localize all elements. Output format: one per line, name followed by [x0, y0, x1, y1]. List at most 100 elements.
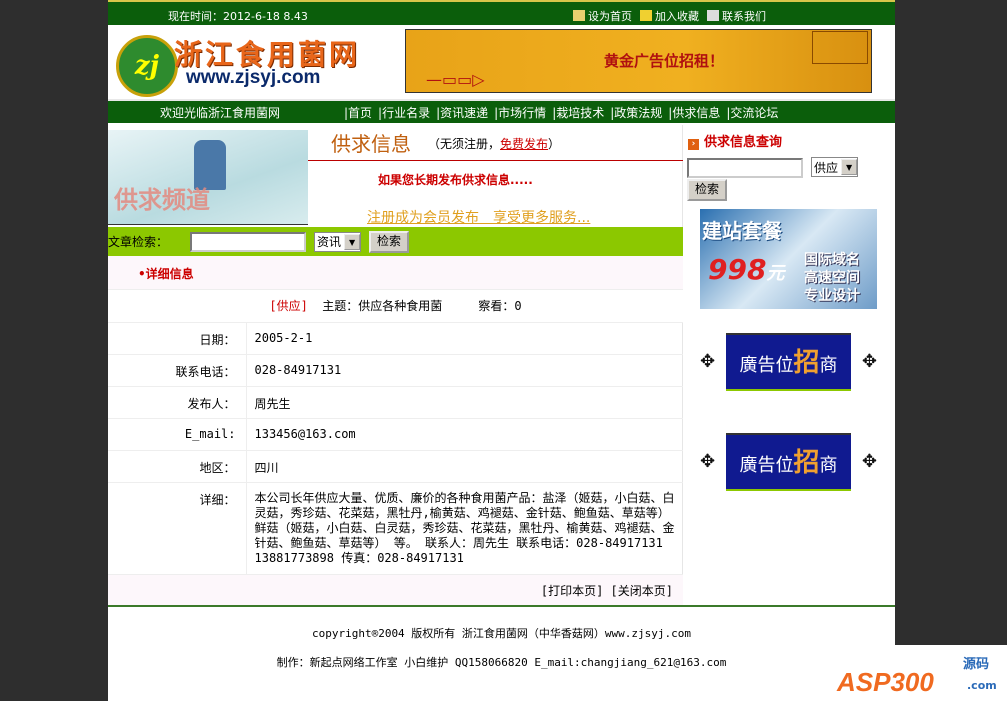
- link-label: 联系我们: [722, 10, 766, 23]
- print-link[interactable]: [打印本页]: [541, 584, 603, 598]
- divider: [308, 160, 683, 161]
- search-label: 文章检索：: [108, 235, 169, 249]
- register-link[interactable]: 注册成为会员发布 享受更多服务...: [367, 207, 590, 227]
- row-value: 本公司长年供应大量、优质、廉价的各种食用菌产品：盐泽（姬菇，小白菇、白灵菇，秀珍…: [246, 482, 683, 575]
- nav-directory[interactable]: |行业名录: [378, 104, 430, 121]
- table-row: 地区： 四川: [108, 450, 683, 483]
- row-value: 周先生: [246, 386, 683, 419]
- row-label: 日期：: [108, 322, 247, 355]
- search-input[interactable]: [190, 231, 307, 252]
- nav-market[interactable]: |市场行情: [494, 104, 546, 121]
- feature: 高速空间: [804, 270, 860, 286]
- table-row: 发布人： 周先生: [108, 386, 683, 419]
- table-row: 日期： 2005-2-1: [108, 322, 683, 355]
- page-title: 供求信息: [331, 132, 411, 156]
- table-row: 详细： 本公司长年供应大量、优质、廉价的各种食用菌产品：盐泽（姬菇，小白菇、白灵菇…: [108, 482, 683, 575]
- detail-heading: •详细信息: [108, 256, 683, 290]
- row-label: 详细：: [108, 482, 247, 575]
- channel-image-text: 供求频道: [114, 185, 210, 214]
- home-icon: [573, 10, 585, 21]
- row-label: 联系电话：: [108, 354, 247, 387]
- free-post-link[interactable]: 免费发布: [500, 137, 548, 151]
- banner-frame: [812, 31, 868, 64]
- query-type-select[interactable]: 供应 ▼: [811, 157, 859, 177]
- ad-text: 廣告位: [739, 355, 794, 376]
- chevron-down-icon: ▼: [344, 233, 361, 250]
- ad-highlight: 招: [793, 348, 820, 378]
- watermark-domain: .com: [967, 679, 997, 692]
- contact-link[interactable]: 联系我们: [707, 8, 766, 24]
- subject: 主题：供应各种食用菌: [322, 299, 443, 314]
- ornament-icon: ✥: [861, 451, 877, 472]
- ornament-icon: ✥: [861, 351, 877, 372]
- top-links: 设为首页 加入收藏 联系我们: [573, 8, 766, 24]
- header: zj 浙江食用菌网 www.zjsyj.com —▭▭▷ 黄金广告位招租！: [108, 25, 895, 99]
- nav-home[interactable]: |首页: [344, 104, 372, 121]
- ad-text: 商: [819, 455, 838, 476]
- arrow-right-icon: ›: [688, 139, 699, 150]
- website-package-ad[interactable]: 建站套餐 998元 国际域名 高速空间 专业设计: [700, 209, 877, 309]
- detail-heading-text: •详细信息: [138, 267, 194, 281]
- title-row: [供应] 主题：供应各种食用菌 察看：0: [108, 290, 683, 323]
- search-button[interactable]: 检索: [369, 230, 410, 253]
- ad-slot-banner[interactable]: ✥ 廣告位招商 ✥: [700, 323, 877, 403]
- mail-icon: [707, 10, 719, 21]
- watermark-text: ASP300: [837, 667, 934, 697]
- banner-text: 黄金广告位招租！: [604, 52, 725, 70]
- view-count: 察看：0: [478, 299, 522, 314]
- nav-supply-demand[interactable]: |供求信息: [668, 104, 720, 121]
- ad-title: 建站套餐: [702, 219, 782, 243]
- ad-slot-text: 廣告位招商: [726, 433, 851, 491]
- ad-highlight: 招: [793, 448, 820, 478]
- footer: copyright®2004 版权所有 浙江食用菌网（中华香菇网）www.zjs…: [108, 605, 895, 701]
- feature: 专业设计: [804, 288, 860, 304]
- subtitle-prefix: （无须注册，: [428, 137, 501, 151]
- row-label: E_mail:: [108, 418, 247, 451]
- nav-news[interactable]: |资讯速递: [436, 104, 488, 121]
- actions-cell: [打印本页] [关闭本页]: [108, 574, 683, 607]
- query-button[interactable]: 检索: [687, 179, 728, 201]
- welcome-text: 欢迎光临浙江食用菌网: [160, 106, 281, 120]
- close-link[interactable]: [关闭本页]: [611, 584, 673, 598]
- table-row: E_mail: 133456@163.com: [108, 418, 683, 451]
- ad-slot-text: 廣告位招商: [726, 333, 851, 391]
- ad-text: 商: [819, 355, 838, 376]
- row-value: 四川: [246, 450, 683, 483]
- channel-image: 供求频道: [108, 130, 308, 225]
- select-value: 资讯: [317, 235, 342, 249]
- row-value: 133456@163.com: [246, 418, 683, 451]
- actions-row: [打印本页] [关闭本页]: [108, 574, 683, 607]
- add-favorite-link[interactable]: 加入收藏: [640, 8, 699, 24]
- detail-table: [供应] 主题：供应各种食用菌 察看：0 日期： 2005-2-1 联系电话： 02…: [108, 290, 683, 607]
- banner-ad[interactable]: —▭▭▷ 黄金广告位招租！: [405, 29, 872, 93]
- site-url: www.zjsyj.com: [186, 67, 321, 88]
- chevron-down-icon: ▼: [841, 159, 858, 175]
- ornament-icon: ✥: [700, 451, 716, 472]
- price: 998: [708, 253, 767, 286]
- nav-policy[interactable]: |政策法规: [610, 104, 662, 121]
- search-category-select[interactable]: 资讯 ▼: [314, 231, 362, 252]
- select-value: 供应: [814, 160, 839, 175]
- ad-slot-banner[interactable]: ✥ 廣告位招商 ✥: [700, 423, 877, 503]
- page-subtitle: （无须注册，免费发布）: [428, 135, 560, 152]
- ornament-icon: ✥: [700, 351, 716, 372]
- set-homepage-link[interactable]: 设为首页: [573, 8, 632, 24]
- row-value: 028-84917131: [246, 354, 683, 387]
- row-label: 地区：: [108, 450, 247, 483]
- link-label: 加入收藏: [655, 10, 699, 23]
- query-title-text: 供求信息查询: [704, 135, 783, 150]
- top-bar: 现在时间：2012-6-18 8.43 设为首页 加入收藏 联系我们: [108, 0, 895, 25]
- main-nav: 欢迎光临浙江食用菌网 |首页 |行业名录 |资讯速递 |市场行情 |栽培技术 |…: [108, 99, 895, 123]
- nav-forum[interactable]: |交流论坛: [726, 104, 778, 121]
- table-row: 联系电话： 028-84917131: [108, 354, 683, 387]
- subtitle-suffix: ）: [548, 137, 561, 151]
- title-cell: [供应] 主题：供应各种食用菌 察看：0: [108, 290, 683, 323]
- watermark-suffix: 源码: [963, 657, 990, 672]
- feature: 国际域名: [804, 252, 860, 268]
- arrow-icon: —▭▭▷: [426, 70, 485, 89]
- favorite-icon: [640, 10, 652, 21]
- site-logo[interactable]: zj: [116, 35, 178, 97]
- query-input[interactable]: [687, 158, 803, 178]
- nav-cultivation[interactable]: |栽培技术: [552, 104, 604, 121]
- long-term-notice: 如果您长期发布供求信息.....: [378, 173, 533, 187]
